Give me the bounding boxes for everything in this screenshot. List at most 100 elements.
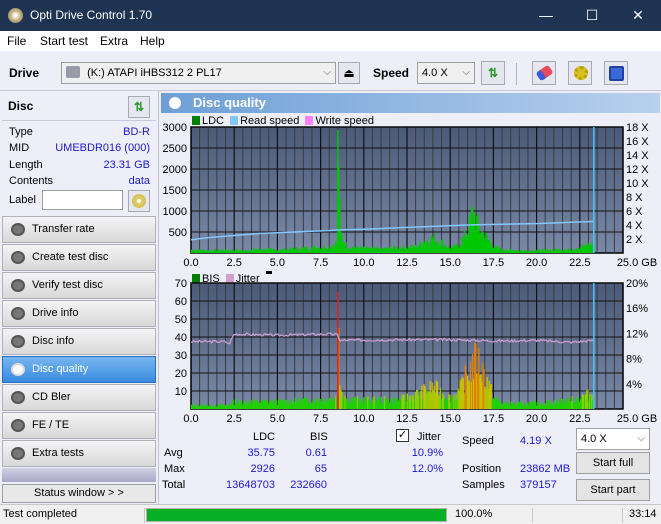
test-speed-select[interactable]: 4.0 X ⌵ [576, 428, 650, 450]
x-tick-label: 5.0 [270, 257, 285, 269]
divider [622, 508, 623, 523]
fe-te-icon [11, 419, 25, 432]
panel-header: Disc quality [161, 93, 660, 113]
drive-label: Drive [9, 66, 40, 80]
eject-button[interactable]: ⏏ [338, 62, 360, 84]
divider [2, 120, 156, 121]
x-tick-label: 5.0 [270, 413, 285, 425]
nav-label: Transfer rate [32, 223, 95, 235]
nav-label: Extra tests [32, 447, 84, 459]
disc-mid-label: MID [9, 142, 30, 154]
menu-file[interactable]: File [7, 34, 26, 48]
speed-value: 4.19 X [520, 435, 552, 447]
nav-fe-te[interactable]: FE / TE [2, 412, 156, 439]
x-tick-label: 2.5 [227, 413, 242, 425]
gears-icon [574, 66, 588, 80]
app-disc-icon [8, 8, 23, 23]
disc-label-input[interactable] [42, 190, 123, 210]
divider [532, 508, 533, 523]
max-label: Max [164, 463, 185, 475]
menu-bar: File Start test Extra Help [0, 31, 661, 51]
eject-icon: ⏏ [343, 66, 355, 80]
y-tick-label: 3000 [163, 122, 187, 134]
y-tick-label: 10 [175, 386, 187, 398]
max-bis: 65 [314, 463, 327, 475]
save-button[interactable] [604, 61, 628, 85]
speed-select-value: 4.0 X [422, 67, 448, 79]
speed-label: Speed [373, 66, 410, 80]
checkmark-icon: ✓ [397, 429, 408, 441]
y-tick-label: 50 [175, 314, 187, 326]
speed-select[interactable]: 4.0 X ⌵ [417, 62, 475, 84]
avg-bis: 0.61 [305, 447, 327, 459]
x-tick-label: 25.0 GB [617, 413, 657, 425]
x-tick-label: 17.5 [483, 257, 504, 269]
disc-quality-panel: Disc quality LDC Read speed Write speed … [158, 91, 661, 504]
speed-label: Speed [462, 435, 494, 447]
x-tick-label: 22.5 [569, 413, 590, 425]
start-part-button[interactable]: Start part [576, 479, 650, 501]
settings-button[interactable] [568, 61, 592, 85]
y-tick-label: 1000 [163, 206, 187, 218]
nav-label: Create test disc [32, 251, 109, 263]
disc-label-label: Label [9, 194, 36, 206]
nav-spacer [2, 468, 156, 482]
disc-refresh-button[interactable]: ⇅ [128, 96, 150, 118]
close-button[interactable]: ✕ [615, 0, 661, 31]
jitter-checkbox[interactable]: ✓ [396, 429, 409, 442]
y2-tick-label: 12% [626, 328, 648, 340]
disc-label-button[interactable] [128, 190, 150, 212]
disc-mid-value: UMEBDR016 (000) [55, 142, 150, 154]
nav-create-test-disc[interactable]: Create test disc [2, 244, 156, 271]
status-window-button[interactable]: Status window > > [2, 484, 156, 503]
x-tick-label: 20.0 [526, 257, 547, 269]
x-tick-label: 7.5 [313, 413, 328, 425]
y-tick-label: 70 [175, 278, 187, 290]
x-tick-label: 25.0 GB [617, 257, 657, 269]
minimize-button[interactable]: — [523, 0, 569, 31]
start-full-button[interactable]: Start full [576, 452, 650, 474]
avg-jitter: 10.9% [411, 447, 443, 459]
nav-label: Verify test disc [32, 279, 103, 291]
drive-select[interactable]: (K:) ATAPI iHBS312 2 PL17 ⌵ [61, 62, 336, 84]
drive-info-icon [11, 307, 25, 320]
avg-ldc: 35.75 [247, 447, 275, 459]
x-tick-label: 7.5 [313, 257, 328, 269]
cd-icon [132, 194, 146, 208]
y-tick-label: 2500 [163, 143, 187, 155]
nav-label: Drive info [32, 307, 79, 319]
position-value: 23862 MB [520, 463, 571, 475]
y-tick-label: 40 [175, 332, 187, 344]
nav-label: FE / TE [32, 419, 70, 431]
nav-disc-info[interactable]: Disc info [2, 328, 156, 355]
nav-transfer-rate[interactable]: Transfer rate [2, 216, 156, 243]
disc-quality-icon [11, 363, 25, 376]
disc-info-icon [11, 335, 25, 348]
nav-drive-info[interactable]: Drive info [2, 300, 156, 327]
x-tick-label: 10.0 [353, 413, 374, 425]
jitter-checkbox-label: Jitter [417, 431, 441, 443]
disc-panel-title: Disc [8, 99, 34, 113]
erase-button[interactable] [532, 61, 556, 85]
maximize-button[interactable]: ☐ [569, 0, 615, 31]
avg-label: Avg [164, 447, 183, 459]
max-ldc: 2926 [250, 463, 275, 475]
ldc-chart: 500 1000 1500 2000 2500 3000 0.0 2.5 5.0 7.5 10.0 1… [163, 122, 658, 269]
refresh-button[interactable]: ⇅ [481, 61, 505, 85]
menu-start-test[interactable]: Start test [40, 34, 88, 48]
toolbar-separator [516, 63, 517, 85]
nav-cd-bler[interactable]: CD Bler [2, 384, 156, 411]
nav-verify-test-disc[interactable]: Verify test disc [2, 272, 156, 299]
menu-extra[interactable]: Extra [100, 34, 128, 48]
verify-disc-icon [11, 279, 25, 292]
refresh-arrows-icon: ⇅ [133, 100, 145, 114]
disc-length-value: 23.31 GB [103, 159, 150, 171]
nav-disc-quality[interactable]: Disc quality [2, 356, 156, 383]
chevron-down-icon: ⌵ [637, 433, 645, 444]
x-tick-label: 2.5 [227, 257, 242, 269]
bis-jitter-chart: 10 20 30 40 50 60 70 0.0 2.5 5.0 7.5 10.0 12.5 15.0 17… [175, 278, 657, 425]
create-disc-icon [11, 251, 25, 264]
menu-help[interactable]: Help [140, 34, 165, 48]
nav-extra-tests[interactable]: Extra tests [2, 440, 156, 467]
divider [144, 508, 145, 523]
